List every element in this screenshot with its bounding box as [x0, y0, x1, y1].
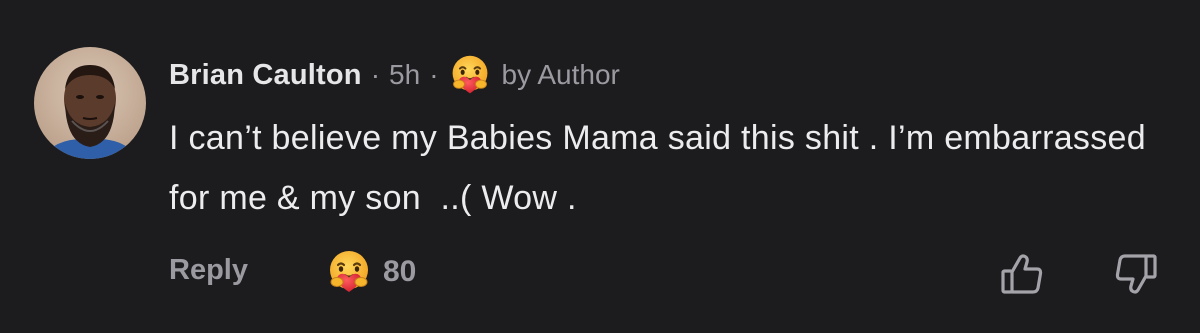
author-reaction-badge: by Author [448, 53, 620, 97]
reply-button[interactable]: Reply [169, 254, 248, 287]
care-reaction-icon [451, 54, 488, 95]
thumbs-down-icon[interactable] [1112, 250, 1160, 298]
author-name[interactable]: Brian Caulton [169, 59, 362, 92]
comment-text: I can’t believe my Babies Mama said this… [169, 119, 1156, 217]
care-reaction-icon [328, 249, 370, 294]
author-badge-label: by Author [501, 59, 620, 90]
comment-card: Brian Caulton · 5h · by Author I can’t b… [0, 0, 1200, 333]
reaction-count: 80 [383, 255, 417, 288]
comment-timestamp[interactable]: 5h [389, 59, 420, 91]
reaction-summary[interactable]: 80 [325, 248, 416, 296]
avatar-icon[interactable] [34, 47, 146, 159]
separator-dot: · [370, 59, 381, 90]
thumbs-up-icon[interactable] [998, 250, 1046, 298]
separator-dot: · [429, 59, 439, 90]
comment-header: Brian Caulton · 5h · by Author [169, 52, 620, 98]
